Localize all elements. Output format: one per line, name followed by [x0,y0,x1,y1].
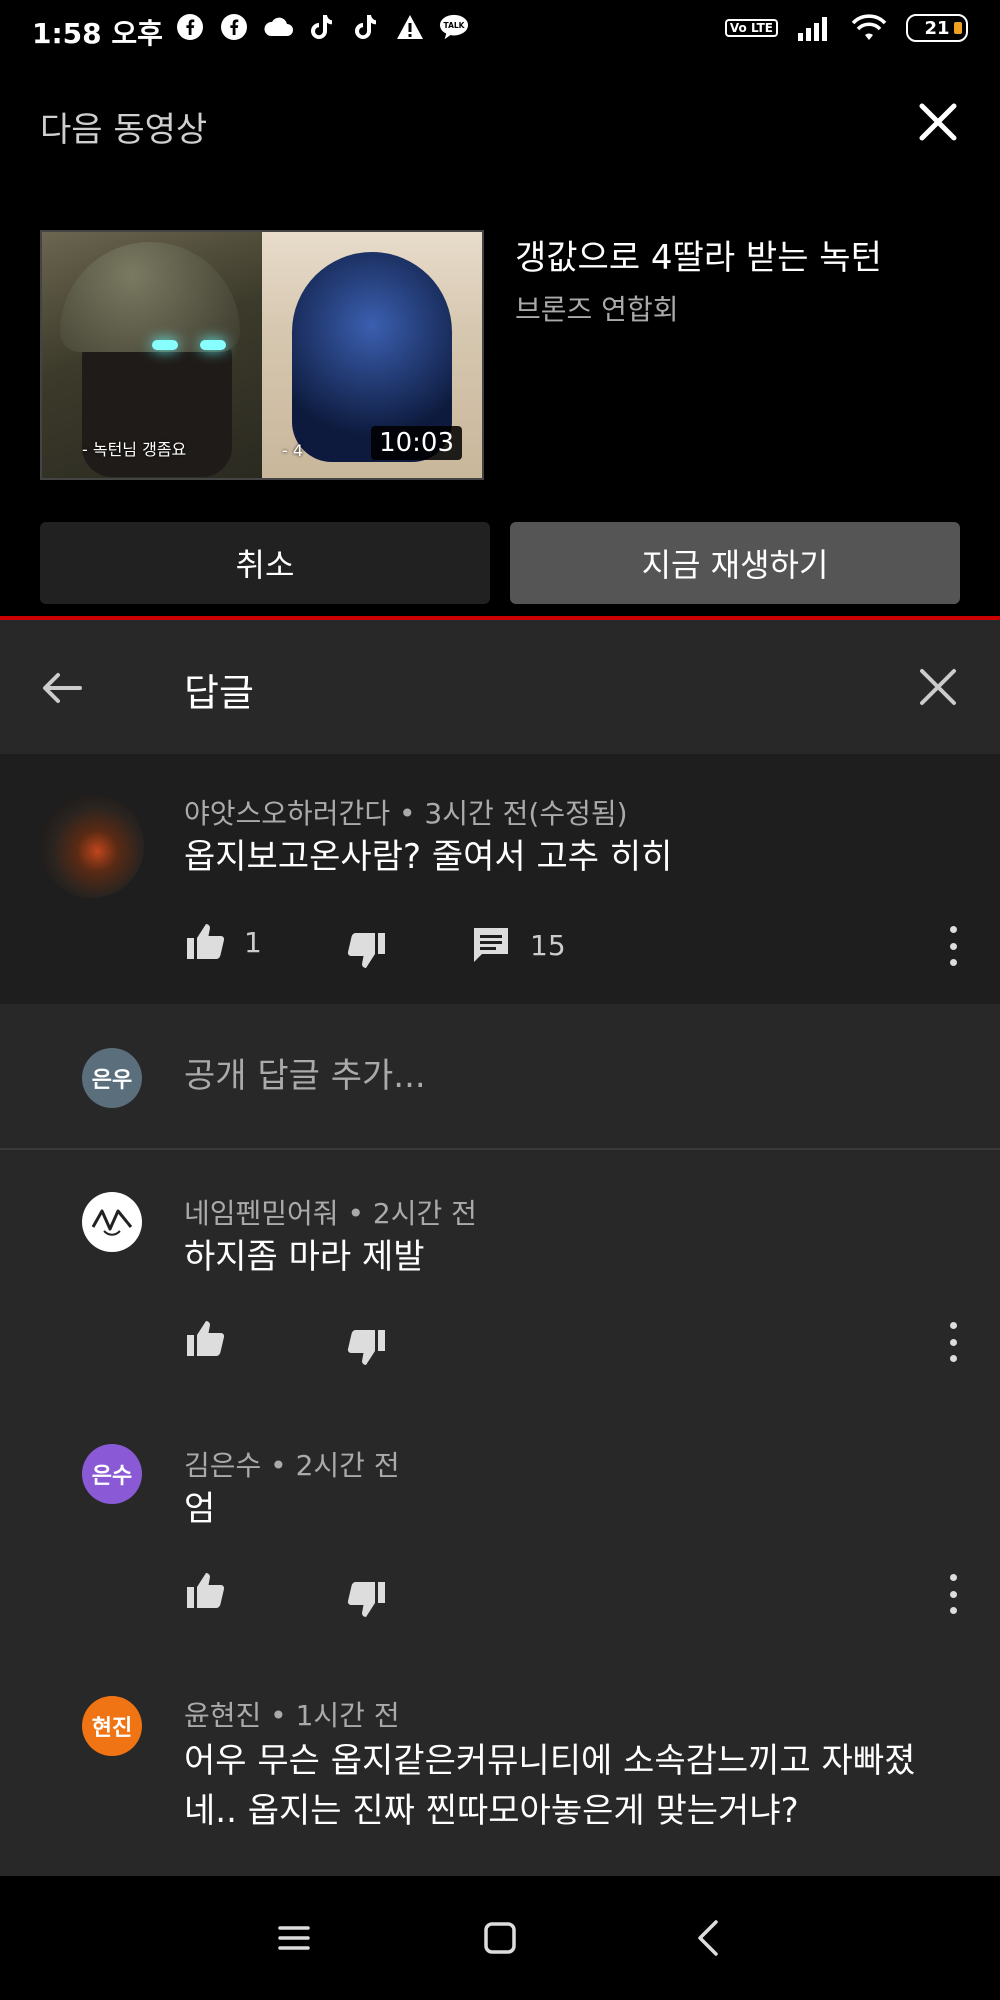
close-icon[interactable] [916,665,960,709]
video-duration: 10:03 [371,426,462,460]
back-icon[interactable] [686,1914,734,1962]
warning-icon [395,12,425,42]
battery-level: 21 [924,17,950,39]
cancel-button[interactable]: 취소 [40,522,490,604]
comment-text: 하지좀 마라 제발 [184,1237,425,1277]
comment-text: 어우 무슨 옵지같은커뮤니티에 소속감느끼고 자빠졌 네.. 옵지는 진짜 찐따… [184,1736,984,1836]
replies-title: 답글 [184,671,254,715]
comment-meta: 윤현진 • 1시간 전 [184,1699,400,1732]
wifi-icon [851,14,887,40]
comment-text-line: 어우 무슨 옵지같은커뮤니티에 소속감느끼고 자빠졌 [184,1741,916,1781]
video-thumbnail[interactable]: - 녹턴님 갱좀요 - 4 10:03 [40,230,484,480]
status-time: 1:58 오후 [32,17,163,50]
thumbs-up-icon [187,1573,225,1608]
avatar: 은우 [82,1048,142,1108]
play-now-button[interactable]: 지금 재생하기 [510,522,960,604]
thumbnail-caption-left: - 녹턴님 갱좀요 [82,440,187,459]
next-video-panel: 다음 동영상 - 녹턴님 갱좀요 - 4 10:03 갱값으로 4딸라 받는 녹… [0,60,1000,620]
avatar[interactable]: 은수 [82,1444,142,1504]
like-count: 1 [244,925,262,959]
next-video-title[interactable]: 갱값으로 4딸라 받는 녹턴 [515,230,882,279]
more-options-icon[interactable] [947,1322,959,1362]
next-video-header: 다음 동영상 [40,110,208,150]
more-options-icon[interactable] [947,1574,959,1614]
talk-icon: TALK [439,12,469,42]
comment-meta: 네임펜믿어줘 • 2시간 전 [184,1197,477,1230]
comment-text: 옵지보고온사람? 줄여서 고추 히히 [184,837,673,877]
dislike-button[interactable] [346,929,388,971]
tiktok-icon [351,12,381,42]
notification-icons: TALK [175,12,469,42]
tiktok-icon [307,12,337,42]
dislike-button[interactable] [346,1326,388,1368]
menu-icon[interactable] [270,1914,318,1962]
like-button[interactable] [184,1318,226,1360]
like-button[interactable]: 1 [184,921,262,963]
add-reply-row[interactable]: 은우 공개 답글 추가... [0,1004,1000,1150]
svg-text:TALK: TALK [444,21,466,30]
avatar[interactable]: 현진 [82,1696,142,1756]
facebook-icon [175,12,205,42]
next-video-channel: 브론즈 연합회 [515,293,679,326]
comment-icon [474,928,508,962]
facebook-icon [219,12,249,42]
avatar[interactable] [82,1192,142,1252]
reply-count: 15 [530,928,566,962]
dislike-button[interactable] [346,1578,388,1620]
close-icon[interactable] [916,100,960,144]
add-reply-input[interactable]: 공개 답글 추가... [184,1048,426,1097]
battery-icon: 21 [906,14,968,42]
thumbnail-left-half: - 녹턴님 갱좀요 [42,232,262,478]
replies-button[interactable]: 15 [470,924,566,966]
back-arrow-icon[interactable] [38,665,84,711]
replies-panel: 답글 야앗스오하러간다 • 3시간 전(수정됨) 옵지보고온사람? 줄여서 고추… [0,620,1000,1876]
parent-comment: 야앗스오하러간다 • 3시간 전(수정됨) 옵지보고온사람? 줄여서 고추 히히… [0,754,1000,1004]
avatar[interactable] [40,794,144,898]
like-button[interactable] [184,1570,226,1612]
avatar-initials: 은수 [91,1464,133,1489]
volte-icon: Vo LTE [724,19,778,37]
navigation-bar [0,1876,1000,2000]
thumbs-up-icon [187,924,225,959]
more-options-icon[interactable] [947,926,959,966]
thumbs-up-icon [187,1321,225,1356]
cloud-icon [263,12,293,42]
avatar-initials: 현진 [91,1716,133,1741]
thumbnail-caption-right: - 4 [282,441,304,460]
status-bar: 1:58 오후 TALK Vo LTE 21 [0,0,1000,60]
comment-text: 엄 [184,1489,216,1529]
thumbs-down-icon [347,1582,385,1617]
home-icon[interactable] [476,1914,524,1962]
comment-meta: 야앗스오하러간다 • 3시간 전(수정됨) [184,797,628,830]
signal-icon [798,17,827,41]
avatar-initials: 은우 [91,1068,133,1093]
thumbs-down-icon [347,1330,385,1365]
thumbs-down-icon [347,933,385,968]
status-right: Vo LTE 21 [724,14,968,42]
comment-meta: 김은수 • 2시간 전 [184,1449,400,1482]
replies-header: 답글 [0,620,1000,754]
avatar-logo-icon [91,1209,133,1236]
comment-text-line: 네.. 옵지는 진짜 찐따모아놓은게 맞는거냐? [184,1791,799,1831]
